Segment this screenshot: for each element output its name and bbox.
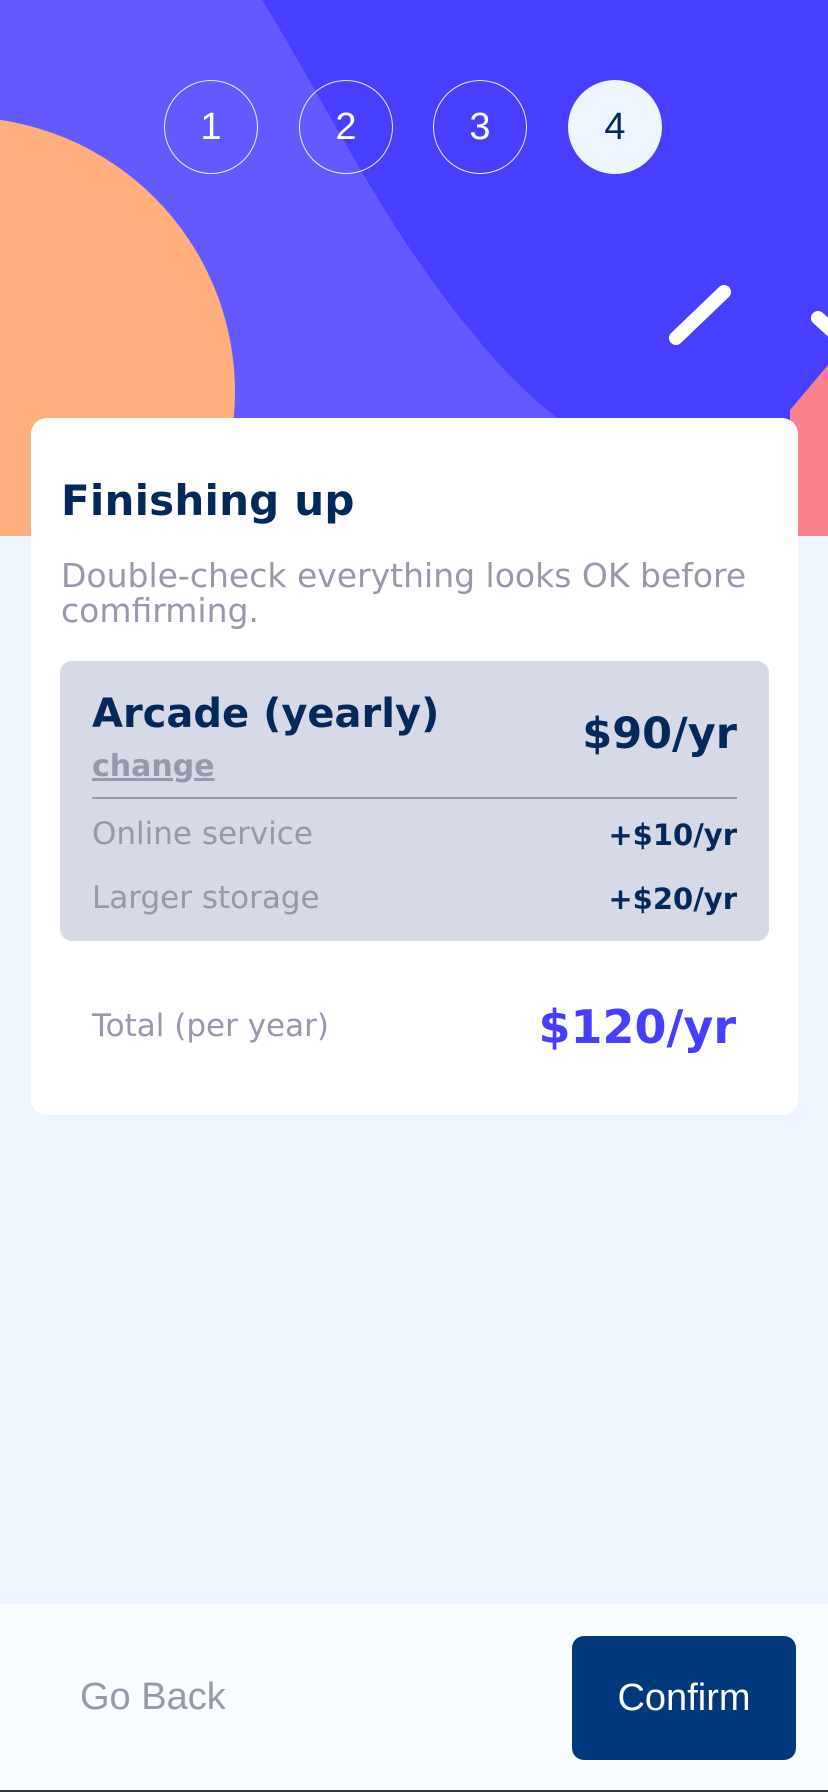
step-1[interactable]: 1 [164, 80, 258, 174]
page-subtitle: Double-check everything looks OK before … [61, 556, 747, 630]
addon-price-online-service: +$10/yr [608, 818, 737, 852]
addon-name-online-service: Online service [92, 816, 313, 852]
confirm-button[interactable]: Confirm [572, 1636, 796, 1760]
go-back-button[interactable]: Go Back [80, 1676, 226, 1719]
step-indicator: 1 2 3 4 [0, 80, 828, 176]
plan-name: Arcade (yearly) [92, 691, 440, 737]
step-3[interactable]: 3 [433, 80, 527, 174]
step-4[interactable]: 4 [568, 80, 662, 174]
change-plan-link[interactable]: change [92, 749, 215, 784]
summary-divider [92, 797, 737, 799]
addon-price-larger-storage: +$20/yr [608, 882, 737, 916]
step-2[interactable]: 2 [299, 80, 393, 174]
summary-card: Finishing up Double-check everything loo… [31, 418, 798, 1115]
order-summary: Arcade (yearly) change $90/yr Online ser… [60, 661, 769, 941]
total-price: $120/yr [538, 1000, 737, 1054]
total-label: Total (per year) [92, 1008, 329, 1044]
footer-bar: Go Back Confirm [0, 1604, 828, 1792]
plan-price: $90/yr [582, 709, 737, 759]
page-title: Finishing up [61, 476, 355, 525]
addon-name-larger-storage: Larger storage [92, 880, 320, 916]
